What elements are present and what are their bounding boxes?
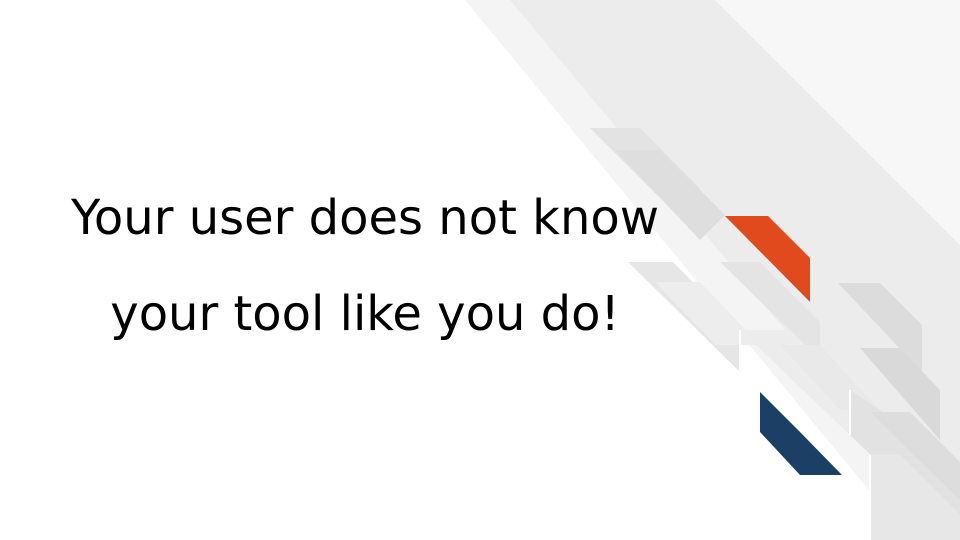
slide-headline: Your user does not know your tool like y… [0,170,730,362]
headline-line-2: your tool like you do! [110,286,620,342]
slide: Your user does not know your tool like y… [0,0,960,540]
headline-line-1: Your user does not know [70,190,660,246]
